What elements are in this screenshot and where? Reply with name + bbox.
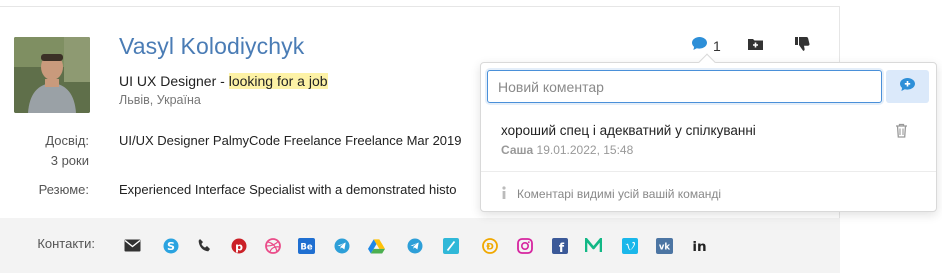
vk-icon[interactable]: vk bbox=[656, 237, 673, 254]
medium-icon[interactable] bbox=[585, 237, 602, 254]
dribbble-icon[interactable] bbox=[264, 237, 281, 254]
popup-divider bbox=[481, 171, 936, 172]
telegram-icon[interactable] bbox=[406, 237, 423, 254]
avatar[interactable] bbox=[14, 37, 90, 113]
contacts-bar: Контакти: S p Be Ð f vk in bbox=[0, 218, 840, 273]
email-icon[interactable] bbox=[124, 237, 141, 254]
visibility-note: Коментарі видимі усій вашій команді bbox=[501, 186, 721, 202]
comment-author: Саша bbox=[501, 143, 534, 157]
svg-text:p: p bbox=[235, 240, 243, 253]
comment-meta: Саша 19.01.2022, 15:48 bbox=[501, 143, 633, 157]
delete-comment-button[interactable] bbox=[895, 123, 908, 143]
facebook-icon[interactable]: f bbox=[551, 237, 568, 254]
vimeo-icon[interactable] bbox=[621, 237, 638, 254]
skype-icon[interactable]: S bbox=[162, 237, 179, 254]
link-icon[interactable] bbox=[442, 237, 459, 254]
svg-text:f: f bbox=[558, 241, 564, 254]
svg-text:Ð: Ð bbox=[486, 242, 494, 252]
visibility-note-text: Коментарі видимі усій вашій команді bbox=[517, 187, 722, 201]
candidate-headline: UI UX Designer - looking for a job bbox=[119, 73, 328, 89]
experience-label: Досвід: bbox=[45, 133, 89, 148]
resume-label: Резюме: bbox=[38, 182, 89, 197]
comments-popup: хороший спец і адекватний у спілкуванні … bbox=[480, 53, 937, 212]
linkedin-icon[interactable]: in bbox=[691, 237, 708, 254]
instagram-icon[interactable] bbox=[516, 237, 533, 254]
google-drive-icon[interactable] bbox=[368, 237, 385, 254]
experience-years: 3 роки bbox=[50, 153, 89, 168]
experience-text: UI/UX Designer PalmyCode Freelance Freel… bbox=[119, 133, 462, 148]
comment-text: хороший спец і адекватний у спілкуванні bbox=[501, 123, 756, 138]
add-comment-icon bbox=[899, 77, 916, 97]
add-to-folder-button[interactable] bbox=[747, 37, 764, 56]
telegram-icon[interactable] bbox=[333, 237, 350, 254]
candidate-name[interactable]: Vasyl Kolodiychyk bbox=[119, 33, 304, 60]
comment-date: 19.01.2022, 15:48 bbox=[536, 143, 634, 157]
headline-highlight: looking for a job bbox=[228, 73, 328, 89]
svg-text:S: S bbox=[167, 240, 175, 253]
svg-text:Be: Be bbox=[300, 242, 312, 252]
trash-icon bbox=[895, 123, 908, 142]
headline-title: UI UX Designer - bbox=[119, 73, 229, 89]
comment-icon bbox=[691, 36, 708, 56]
djinni-icon[interactable]: Ð bbox=[481, 237, 498, 254]
svg-text:in: in bbox=[692, 239, 706, 253]
phone-icon[interactable] bbox=[196, 237, 213, 254]
pinterest-icon[interactable]: p bbox=[230, 237, 247, 254]
reject-button[interactable] bbox=[794, 36, 811, 57]
send-comment-button[interactable] bbox=[886, 70, 929, 103]
add-to-folder-icon bbox=[747, 37, 764, 56]
contacts-label: Контакти: bbox=[37, 236, 95, 251]
behance-icon[interactable]: Be bbox=[298, 237, 315, 254]
svg-text:vk: vk bbox=[659, 242, 671, 252]
thumbs-down-icon bbox=[794, 36, 811, 57]
comment-count: 1 bbox=[713, 38, 721, 54]
candidate-location: Львів, Україна bbox=[119, 93, 201, 107]
resume-text: Experienced Interface Specialist with a … bbox=[119, 182, 457, 197]
new-comment-input[interactable] bbox=[487, 70, 882, 103]
info-icon bbox=[501, 186, 507, 202]
